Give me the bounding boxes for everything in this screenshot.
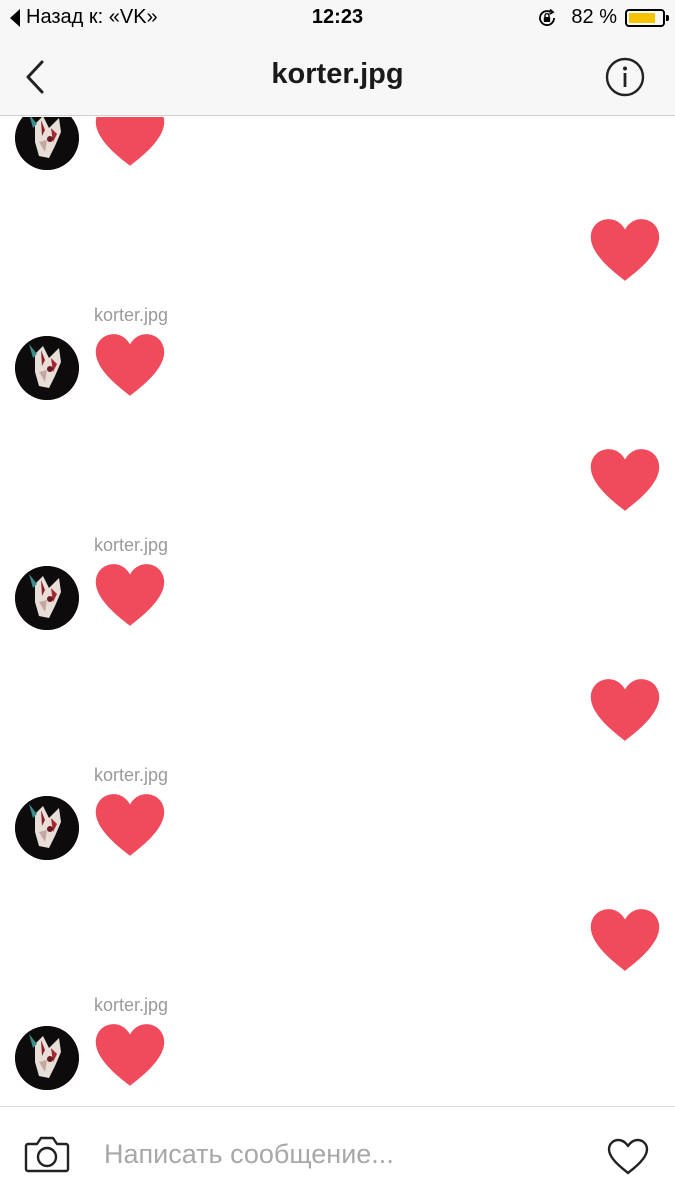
avatar[interactable] (15, 1026, 79, 1090)
heart-icon[interactable] (94, 117, 166, 167)
message-composer (0, 1106, 675, 1200)
info-circle-icon (605, 57, 645, 97)
message-input[interactable] (104, 1135, 574, 1173)
nav-bar: korter.jpg (0, 38, 675, 116)
rotation-lock-icon (537, 8, 557, 28)
camera-button[interactable] (24, 1134, 70, 1174)
battery-percent: 82 % (571, 6, 617, 28)
page-title[interactable]: korter.jpg (0, 58, 675, 91)
heart-icon[interactable] (589, 218, 661, 282)
battery-level (629, 12, 656, 23)
status-bar: Назад к: «VK» 12:23 82 % (0, 0, 675, 38)
sender-name: korter.jpg (94, 535, 169, 555)
heart-icon[interactable] (94, 333, 166, 397)
heart-icon[interactable] (589, 678, 661, 742)
avatar[interactable] (15, 336, 79, 400)
avatar[interactable] (15, 117, 79, 170)
sender-name: korter.jpg (94, 765, 169, 785)
message-list[interactable]: korter.jpg korter.jpg korter.jpg korter.… (0, 117, 675, 1106)
battery-icon (625, 8, 669, 27)
camera-icon (24, 1136, 70, 1173)
status-right: 82 % (537, 6, 669, 29)
heart-icon[interactable] (94, 563, 166, 627)
heart-icon[interactable] (589, 908, 661, 972)
info-button[interactable] (605, 57, 645, 97)
avatar[interactable] (15, 796, 79, 860)
like-button[interactable] (607, 1138, 649, 1176)
avatar[interactable] (15, 566, 79, 630)
sender-name: korter.jpg (94, 305, 169, 325)
heart-icon[interactable] (94, 793, 166, 857)
heart-outline-icon (607, 1138, 649, 1175)
heart-icon[interactable] (94, 1023, 166, 1087)
sender-name: korter.jpg (94, 995, 169, 1015)
heart-icon[interactable] (589, 448, 661, 512)
